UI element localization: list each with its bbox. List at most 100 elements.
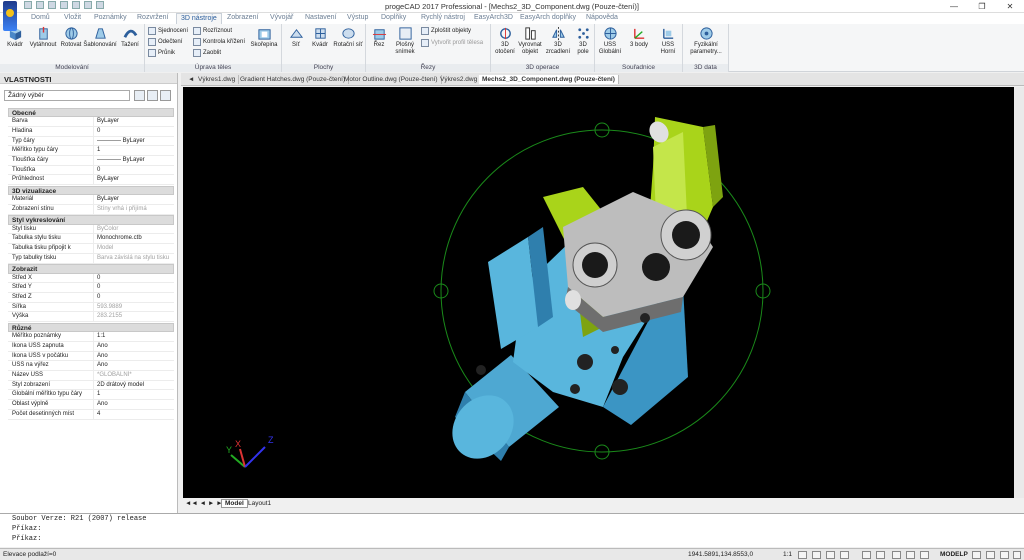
property-section-header[interactable]: 3D vizualizace [8, 185, 174, 196]
property-row[interactable]: Oblast výplně Ano [8, 400, 174, 410]
property-row[interactable]: Tabulka stylu tisku Monochrome.ctb [8, 234, 174, 245]
property-row[interactable]: Ikona USS v počátku Ano [8, 351, 174, 362]
doc-tab[interactable]: Výkres2.dwg [437, 75, 482, 84]
property-value[interactable]: Monochrome.ctb [94, 234, 174, 243]
property-row[interactable]: Typ čáry ———— ByLayer [8, 136, 174, 147]
sweep-button[interactable]: Tažení [119, 26, 141, 49]
property-row[interactable]: Výška 283.2155 [8, 312, 174, 323]
property-value[interactable]: ByLayer [94, 195, 174, 204]
rotate3d-button[interactable]: 3D otočení [494, 26, 516, 55]
property-row[interactable]: Globální měřítko typu čáry 1 [8, 390, 174, 401]
property-row[interactable]: Název USS *GLOBÁLNÍ* [8, 371, 174, 381]
tab-3d-nastroje[interactable]: 3D nástroje [176, 13, 222, 24]
property-value[interactable]: 0 [94, 166, 174, 175]
property-value[interactable]: 0 [94, 274, 174, 283]
dyn-toggle-icon[interactable] [892, 551, 901, 559]
tab-layout1[interactable]: Layout1 [248, 500, 271, 507]
mesh-box-button[interactable]: Kvádr [309, 26, 331, 49]
fullscreen-icon[interactable] [1000, 551, 1009, 559]
property-value[interactable]: Ano [94, 342, 174, 351]
property-row[interactable]: Hladina 0 [8, 126, 174, 137]
model-space-toggle[interactable]: MODELP [940, 551, 968, 558]
property-value[interactable]: ByLayer [94, 175, 174, 184]
property-row[interactable]: Střed Z0 [8, 293, 174, 303]
fillet-button[interactable]: Zaoblit [193, 49, 221, 57]
model-viewport[interactable]: X Y Z [183, 87, 1014, 498]
tab-easyarch3d[interactable]: EasyArch3D [474, 14, 513, 21]
property-value[interactable]: Ano [94, 400, 174, 409]
close-button[interactable]: ✕ [996, 0, 1024, 13]
ucs-3point-button[interactable]: 3 body [625, 26, 653, 49]
revolve-button[interactable]: Rotovat [60, 26, 82, 49]
property-row[interactable]: Materiál ByLayer [8, 195, 174, 205]
osnap-toggle-icon[interactable] [862, 551, 871, 559]
property-section-header[interactable]: Styl vykreslování [8, 215, 174, 225]
loft-button[interactable]: Šablonování [83, 26, 117, 49]
mirror3d-button[interactable]: 3D zrcadlení [545, 26, 571, 55]
tab-poznamky[interactable]: Poznámky [94, 14, 127, 21]
otrack-toggle-icon[interactable] [876, 551, 885, 559]
lock-icon[interactable] [972, 551, 981, 559]
property-value[interactable]: 1 [94, 390, 174, 399]
property-row[interactable]: Měřítko poznámky 1:1 [8, 332, 174, 342]
restore-button[interactable]: ❐ [968, 0, 996, 13]
subtract-button[interactable]: Odečtení [148, 38, 182, 46]
customize-icon[interactable] [1013, 551, 1021, 559]
shell-button[interactable]: Skořepina [248, 26, 280, 49]
flat-shot-button[interactable]: Plošný snímek [391, 26, 419, 55]
property-row[interactable]: Zobrazení stínu Stíny vrhá i přijímá [8, 204, 174, 215]
property-value[interactable]: Ano [94, 352, 174, 361]
tab-vlozit[interactable]: Vložit [64, 14, 81, 21]
union-button[interactable]: Sjednocení [148, 27, 188, 35]
tab-doplnky[interactable]: Doplňky [381, 14, 406, 21]
tpy-toggle-icon[interactable] [920, 551, 929, 559]
intersect-button[interactable]: Průnik [148, 49, 175, 57]
tab-vyvojar[interactable]: Vývojář [270, 14, 293, 21]
property-row[interactable]: Střed Y0 [8, 283, 174, 294]
section-button[interactable]: Řez [369, 26, 389, 49]
property-row[interactable]: Ikona USS zapnuta Ano [8, 342, 174, 352]
align-button[interactable]: Vyrovnat objekt [517, 26, 543, 55]
property-section-header[interactable]: Zobrazit [8, 264, 174, 274]
tab-domu[interactable]: Domů [31, 14, 50, 21]
solid-profile-button[interactable]: Vytvořit profil tělesa [421, 39, 483, 47]
doc-tab-active[interactable]: Mechs2_3D_Component.dwg (Pouze-čtení) [479, 75, 619, 84]
3d-component[interactable] [440, 117, 723, 471]
property-row[interactable]: Styl zobrazení 2D drátový model [8, 380, 174, 391]
flatten-button[interactable]: Zploštit objekty [421, 27, 471, 35]
mesh-button[interactable]: Síť [285, 26, 307, 49]
tab-rychly-nastroj[interactable]: Rychlý nástroj [421, 14, 465, 21]
extrude-button[interactable]: Vytáhnout [28, 26, 58, 49]
command-line[interactable]: Soubor Verze: R21 (2007) release Příkaz:… [0, 513, 1024, 547]
tab-rozvrzeni[interactable]: Rozvržení [137, 14, 169, 21]
property-value[interactable]: 0 [94, 127, 174, 136]
ortho-toggle-icon[interactable] [826, 551, 835, 559]
annotation-scale[interactable]: 1:1 [783, 551, 792, 558]
tab-zobrazeni[interactable]: Zobrazení [227, 14, 259, 21]
property-row[interactable]: Tloušťka čáry ———— ByLayer [8, 155, 174, 166]
property-row[interactable]: Styl tisku ByColor [8, 224, 174, 235]
property-value[interactable]: 0 [94, 293, 174, 302]
property-value[interactable]: 1 [94, 146, 174, 155]
tab-napoveda[interactable]: Nápověda [586, 14, 618, 21]
tab-easyarch-doplnky[interactable]: EasyArch doplňky [520, 14, 576, 21]
interference-button[interactable]: Kontrola křížení [193, 38, 245, 46]
revolved-mesh-button[interactable]: Rotační síť [333, 26, 363, 49]
command-prompt[interactable]: Příkaz: [0, 534, 1024, 544]
property-value[interactable]: 1:1 [94, 332, 174, 341]
selection-dropdown[interactable]: Žádný výběr [4, 90, 130, 101]
property-row[interactable]: Šířka 593.9889 [8, 302, 174, 313]
array3d-button[interactable]: 3D pole [573, 26, 593, 55]
tab-model[interactable]: Model [221, 499, 248, 508]
doc-tab[interactable]: Gradient Hatches.dwg (Pouze-čtení) [237, 75, 350, 84]
tab-vystup[interactable]: Výstup [347, 14, 368, 21]
slice-button[interactable]: Rozříznout [193, 27, 232, 35]
property-row[interactable]: Tloušťka 0 [8, 165, 174, 176]
property-value[interactable]: 2D drátový model [94, 381, 174, 390]
ucs-world-button[interactable]: USS Globální [597, 26, 623, 55]
tab-nastaveni[interactable]: Nastavení [305, 14, 337, 21]
property-row[interactable]: Typ tabulky tisku Barva závislá na stylu … [8, 253, 174, 264]
property-value[interactable]: ———— ByLayer [94, 156, 174, 165]
property-value[interactable]: 4 [94, 410, 174, 419]
property-row[interactable]: Měřítko typu čáry 1 [8, 146, 174, 156]
